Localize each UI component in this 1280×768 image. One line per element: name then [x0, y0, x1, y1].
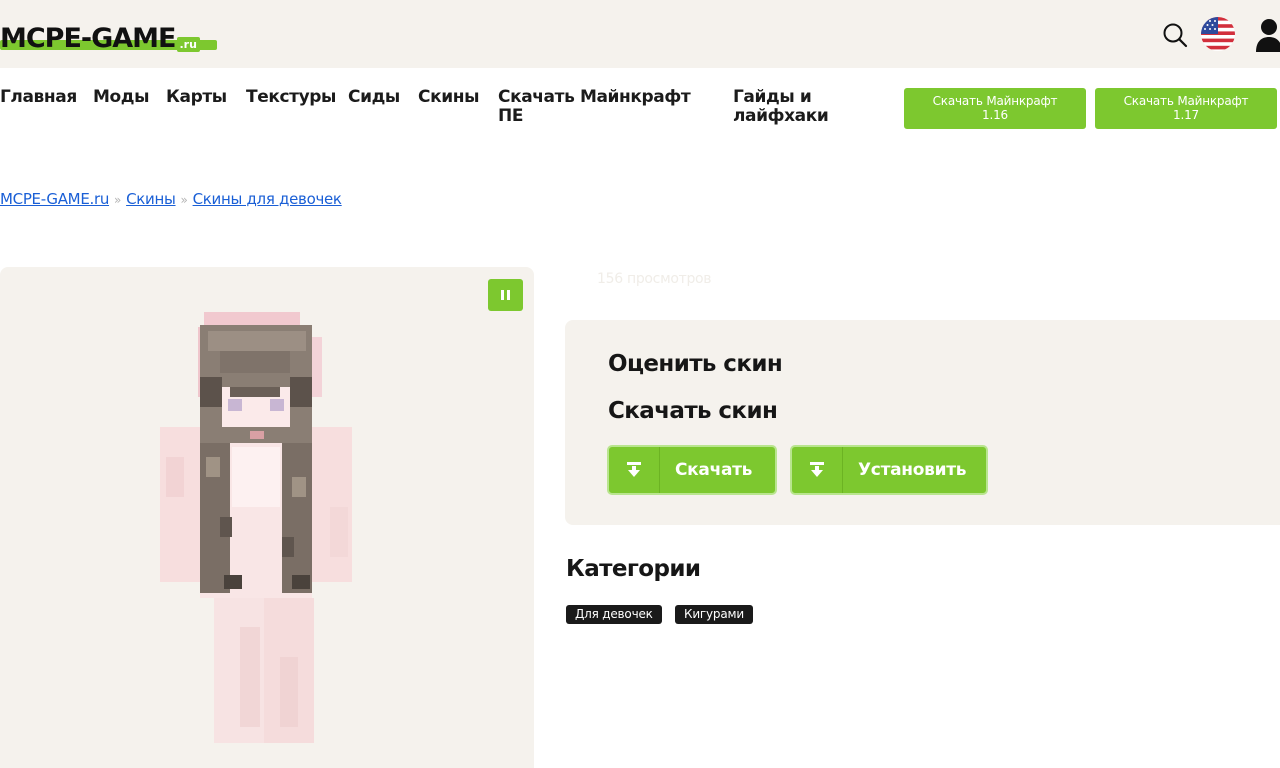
download-button-line2: 1.17	[1173, 108, 1199, 122]
top-bar: MCPE-GAME .ru	[0, 0, 1280, 68]
site-logo[interactable]: MCPE-GAME .ru	[0, 18, 217, 54]
install-button-label: Установить	[858, 460, 967, 480]
nav-item-download-pe-line2: ПЕ	[498, 106, 524, 126]
nav-item-guides[interactable]: Гайды и лайфхаки	[733, 87, 829, 126]
nav-item-download-pe[interactable]: Скачать Майнкрафт ПЕ	[498, 87, 691, 126]
pause-button[interactable]	[488, 279, 523, 311]
us-flag-icon[interactable]	[1200, 16, 1236, 52]
skin-model-image	[160, 312, 352, 743]
download-skin-button[interactable]: Скачать	[607, 445, 777, 495]
pause-icon-bar	[507, 290, 510, 300]
install-icon	[792, 447, 843, 493]
download-minecraft-116-button[interactable]: Скачать Майнкрафт 1.16	[904, 88, 1086, 129]
rate-skin-title: Оценить скин	[608, 351, 783, 377]
nav-item-maps[interactable]: Карты	[166, 88, 227, 107]
nav-item-guides-line2: лайфхаки	[733, 106, 829, 126]
download-icon	[609, 447, 660, 493]
user-icon[interactable]	[1254, 18, 1280, 52]
breadcrumb-home-link[interactable]: MCPE-GAME.ru	[0, 190, 109, 208]
nav-item-mods[interactable]: Моды	[93, 88, 150, 107]
pause-icon	[501, 290, 504, 300]
nav-item-textures[interactable]: Текстуры	[246, 88, 336, 107]
download-minecraft-117-button[interactable]: Скачать Майнкрафт 1.17	[1095, 88, 1277, 129]
breadcrumb: MCPE-GAME.ru » Скины » Скины для девочек	[0, 190, 342, 208]
install-skin-button[interactable]: Установить	[790, 445, 988, 495]
skin-viewer[interactable]	[0, 267, 534, 768]
breadcrumb-skins-link[interactable]: Скины	[126, 190, 176, 208]
breadcrumb-separator: »	[180, 193, 188, 207]
category-tag-girls[interactable]: Для девочек	[566, 605, 662, 624]
search-icon[interactable]	[1162, 22, 1188, 48]
categories-title: Категории	[566, 556, 701, 582]
download-button-line1: Скачать Майнкрафт	[1123, 94, 1249, 108]
nav-item-skins[interactable]: Скины	[418, 88, 479, 107]
logo-text: MCPE-GAME	[0, 23, 176, 54]
skin-actions-panel: Оценить скин Скачать скин Скачать Устано…	[565, 320, 1280, 525]
breadcrumb-separator: »	[114, 193, 122, 207]
download-skin-title: Скачать скин	[608, 398, 778, 424]
category-tag-kigurumi[interactable]: Кигурами	[675, 605, 753, 624]
logo-suffix: .ru	[176, 36, 200, 52]
download-button-label: Скачать	[675, 460, 753, 480]
breadcrumb-girls-skins-link[interactable]: Скины для девочек	[193, 190, 342, 208]
nav-item-guides-line1: Гайды и	[733, 87, 812, 107]
download-button-line2: 1.16	[982, 108, 1008, 122]
nav-item-seeds[interactable]: Сиды	[348, 88, 400, 107]
views-count: 156 просмотров	[597, 271, 712, 287]
nav-item-home[interactable]: Главная	[0, 88, 77, 107]
nav-item-download-pe-line1: Скачать Майнкрафт	[498, 87, 691, 107]
download-button-line1: Скачать Майнкрафт	[932, 94, 1058, 108]
